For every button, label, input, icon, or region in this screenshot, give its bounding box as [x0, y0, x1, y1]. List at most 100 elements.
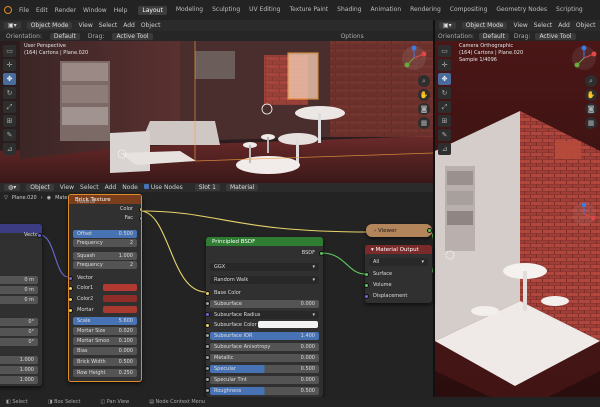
move-icon[interactable]: ✥: [438, 73, 451, 85]
socket-vector-out[interactable]: [37, 233, 42, 238]
editor-type-button[interactable]: ▣▾: [4, 22, 21, 29]
menu-select-right[interactable]: Select: [534, 22, 553, 29]
hand-icon[interactable]: ✋: [418, 89, 430, 101]
socket-subsurface-color-in[interactable]: [206, 323, 210, 328]
drag-select-right[interactable]: Active Tool: [535, 32, 576, 40]
socket-color1-in[interactable]: [69, 286, 73, 291]
tab-geometry-nodes[interactable]: Geometry Nodes: [496, 6, 547, 15]
scale-icon[interactable]: ⤢: [3, 101, 16, 113]
mode-select-right[interactable]: Object Mode: [461, 22, 508, 29]
view-gizmo-icon[interactable]: [401, 45, 427, 71]
socket-base-color-in[interactable]: [206, 291, 210, 296]
location-z-field[interactable]: 0 m: [0, 296, 38, 304]
output-node-header[interactable]: ▾ Material Output: [365, 245, 432, 254]
bias-field[interactable]: Bias 0.000: [73, 347, 137, 355]
transform-icon[interactable]: ⊞: [3, 115, 16, 127]
viewport-left[interactable]: ▭ ✛ ✥ ↻ ⤢ ⊞ ✎ ⊿ User Perspective (164) C…: [0, 41, 433, 183]
orientation-select[interactable]: Default: [49, 32, 80, 40]
node-menu-view[interactable]: View: [60, 184, 74, 191]
mortar-smooth-field[interactable]: Mortar Smoo 0.100: [73, 337, 137, 345]
cursor-icon[interactable]: ✛: [438, 59, 451, 71]
tab-modeling[interactable]: Modeling: [176, 6, 203, 15]
subsurface-field[interactable]: Subsurface 0.000: [210, 300, 319, 308]
socket-vector-in[interactable]: [69, 276, 73, 281]
subsurface-radius-select[interactable]: Subsurface Radius ▾: [210, 311, 319, 319]
view-gizmo-icon[interactable]: [571, 45, 597, 71]
annotate-icon[interactable]: ✎: [438, 129, 451, 141]
rotate-icon[interactable]: ↻: [438, 87, 451, 99]
camera-icon[interactable]: ◙: [418, 103, 430, 115]
bsdf-node-header[interactable]: Principled BSDF: [206, 237, 323, 246]
menu-select[interactable]: Select: [99, 22, 118, 29]
tab-compositing[interactable]: Compositing: [450, 6, 488, 15]
viewport-right[interactable]: Camera Orthographic (164) Cartons | Plan…: [435, 41, 600, 397]
menu-add-right[interactable]: Add: [558, 22, 570, 29]
menu-object[interactable]: Object: [141, 22, 161, 29]
menu-help[interactable]: Help: [114, 7, 128, 14]
scale-y-field[interactable]: 1.000: [0, 366, 38, 374]
tab-sculpting[interactable]: Sculpting: [212, 6, 240, 15]
brick-width-field[interactable]: Brick Width 0.500: [73, 358, 137, 366]
use-nodes-toggle[interactable]: Use Nodes: [143, 184, 183, 191]
drag-select[interactable]: Active Tool: [112, 32, 153, 40]
output-target-select[interactable]: All ▾: [369, 258, 428, 266]
grid-icon[interactable]: ▦: [418, 117, 430, 129]
row-height-field[interactable]: Row Height 0.250: [73, 369, 137, 377]
measure-icon[interactable]: ⊿: [438, 143, 451, 155]
subsurface-method-select[interactable]: Random Walk ▾: [210, 276, 319, 284]
orientation-select-right[interactable]: Default: [478, 32, 509, 40]
scale-z-field[interactable]: 1.000: [0, 376, 38, 384]
zoom-icon[interactable]: ⌕: [585, 75, 597, 87]
rotate-icon[interactable]: ↻: [3, 87, 16, 99]
socket-color2-in[interactable]: [69, 297, 73, 302]
tab-scripting[interactable]: Scripting: [556, 6, 583, 15]
tab-animation[interactable]: Animation: [371, 6, 402, 15]
socket-viewer-out[interactable]: [427, 228, 432, 233]
menu-file[interactable]: File: [19, 7, 29, 14]
subsurface-anisotropy-field[interactable]: Subsurface Anisotropy 0.000: [210, 343, 319, 351]
menu-add[interactable]: Add: [123, 22, 135, 29]
specular-field[interactable]: Specular 0.500: [210, 365, 319, 373]
socket-volume-in[interactable]: [365, 283, 369, 288]
material-select[interactable]: Material: [226, 184, 259, 191]
menu-edit[interactable]: Edit: [36, 7, 48, 14]
measure-icon[interactable]: ⊿: [3, 143, 16, 155]
rotation-z-field[interactable]: 0°: [0, 338, 38, 346]
view-gizmo-icon[interactable]: [571, 201, 597, 227]
grid-icon[interactable]: ▦: [585, 117, 597, 129]
select-box-icon[interactable]: ▭: [438, 45, 451, 57]
node-menu-node[interactable]: Node: [122, 184, 138, 191]
socket-color-out[interactable]: [139, 207, 141, 212]
socket-bsdf-out[interactable]: [319, 251, 323, 256]
move-icon[interactable]: ✥: [3, 73, 16, 85]
subsurface-ior-field[interactable]: Subsurface IOR 1.400: [210, 332, 319, 340]
shader-type-select[interactable]: Object: [26, 184, 54, 191]
tab-rendering[interactable]: Rendering: [410, 6, 441, 15]
editor-type-button-node[interactable]: ◍▾: [4, 184, 21, 191]
mortar-swatch[interactable]: [103, 306, 137, 313]
viewer-node-header[interactable]: › Viewer: [366, 224, 432, 237]
hand-icon[interactable]: ✋: [585, 89, 597, 101]
options-button[interactable]: Options: [341, 33, 364, 40]
brick-texture-node[interactable]: Brick Texture Material Color Fac Offset 0…: [68, 194, 142, 382]
transform-icon[interactable]: ⊞: [438, 115, 451, 127]
menu-view[interactable]: View: [78, 22, 92, 29]
scale-x-field[interactable]: 1.000: [0, 356, 38, 364]
menu-render[interactable]: Render: [55, 7, 76, 14]
slot-select[interactable]: Slot 1: [194, 184, 220, 191]
socket-displacement-in[interactable]: [365, 294, 369, 299]
rotation-y-field[interactable]: 0°: [0, 328, 38, 336]
tab-uv-editing[interactable]: UV Editing: [249, 6, 280, 15]
tab-shading[interactable]: Shading: [337, 6, 361, 15]
squash-field[interactable]: Squash 1.000: [73, 252, 137, 260]
color1-swatch[interactable]: [103, 284, 137, 291]
color2-swatch[interactable]: [103, 295, 137, 302]
blender-logo-icon[interactable]: [4, 6, 12, 14]
editor-type-button-right[interactable]: ▣▾: [439, 22, 456, 29]
camera-icon[interactable]: ◙: [585, 103, 597, 115]
scale-icon[interactable]: ⤢: [438, 101, 451, 113]
node-menu-add[interactable]: Add: [105, 184, 117, 191]
principled-bsdf-node[interactable]: Principled BSDF BSDF GGX ▾ Random Walk ▾ B…: [206, 237, 323, 397]
offset-frequency-field[interactable]: Frequency 2: [73, 239, 137, 247]
socket-mortar-in[interactable]: [69, 308, 73, 313]
